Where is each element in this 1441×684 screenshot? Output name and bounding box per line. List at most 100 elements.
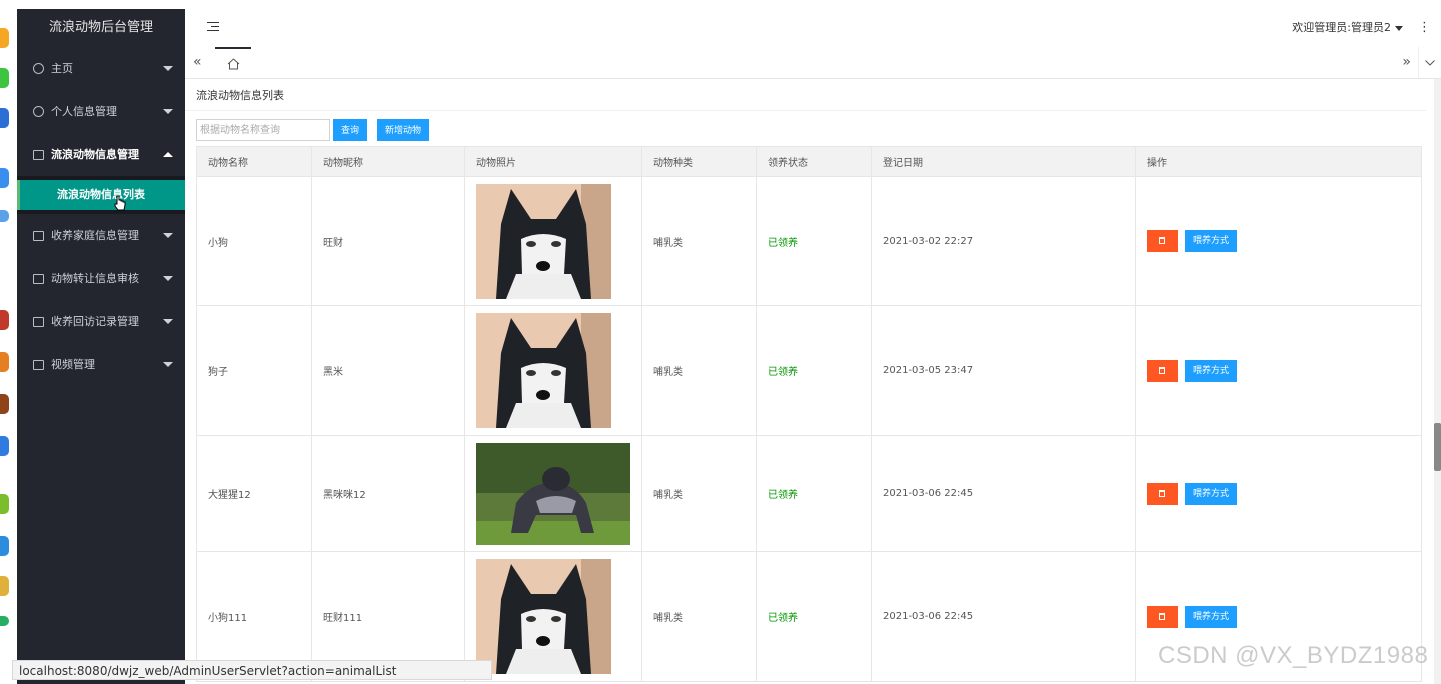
cell-register-date: 2021-03-06 22:45: [871, 435, 1136, 552]
delete-button[interactable]: [1147, 359, 1178, 382]
sidebar-item-profile[interactable]: 个人信息管理: [17, 90, 185, 133]
cell-actions: 喂养方式: [1135, 435, 1422, 552]
sidebar-item-visit-records[interactable]: 收养回访记录管理: [17, 300, 185, 343]
dock-app-icon[interactable]: [0, 536, 9, 556]
sidebar-item-animal-manage[interactable]: 流浪动物信息管理: [17, 133, 185, 176]
dock-app-icon[interactable]: [0, 310, 9, 330]
os-dock: [0, 0, 17, 684]
sidebar-item-label: 动物转让信息审核: [51, 272, 139, 285]
dock-app-icon[interactable]: [0, 616, 9, 626]
watermark: CSDN @VX_BYDZ1988: [1158, 642, 1429, 669]
sidebar-item-video-manage[interactable]: 视频管理: [17, 343, 185, 386]
query-button[interactable]: 查询: [333, 119, 368, 141]
sidebar-submenu: 流浪动物信息列表: [17, 176, 185, 214]
delete-button[interactable]: [1147, 605, 1178, 628]
list-icon: [31, 257, 45, 300]
cell-animal-name: 狗子: [196, 305, 312, 436]
dock-app-icon[interactable]: [0, 436, 9, 456]
cell-register-date: 2021-03-06 22:45: [871, 551, 1136, 682]
feed-method-button[interactable]: 喂养方式: [1185, 359, 1238, 382]
divider: [185, 110, 1426, 111]
mouse-pointer-icon: [114, 195, 126, 211]
cell-animal-kind: 哺乳类: [641, 176, 757, 306]
feed-method-button[interactable]: 喂养方式: [1185, 482, 1238, 505]
cell-actions: 喂养方式: [1135, 176, 1422, 306]
list-icon: [31, 133, 45, 176]
search-input[interactable]: [196, 119, 330, 141]
tab-scroll-right-button[interactable]: »: [1402, 47, 1411, 77]
dock-app-icon[interactable]: [0, 210, 9, 222]
feed-method-button[interactable]: 喂养方式: [1185, 230, 1238, 252]
status-url: localhost:8080/dwjz_web/AdminUserServlet…: [12, 660, 492, 680]
sidebar-item-label: 个人信息管理: [51, 105, 117, 118]
cell-animal-kind: 哺乳类: [641, 305, 757, 436]
list-icon: [31, 214, 45, 257]
column-header: 动物名称: [196, 146, 312, 177]
gorilla-photo: [476, 442, 630, 545]
dock-app-icon[interactable]: [0, 168, 9, 188]
dock-app-icon[interactable]: [0, 394, 9, 414]
tab-scroll-left-button[interactable]: «: [193, 47, 202, 77]
cell-adoption-status: 已领养: [756, 176, 872, 306]
list-icon: [31, 300, 45, 343]
chevron-down-icon: [163, 233, 173, 238]
chevron-down-icon: [163, 319, 173, 324]
tab-dropdown-button[interactable]: [1418, 47, 1441, 78]
column-header: 领养状态: [756, 146, 872, 177]
chevron-down-icon: [163, 362, 173, 367]
dock-app-icon[interactable]: [0, 352, 9, 372]
main-content: 流浪动物信息列表 查询 新增动物 动物名称 动物昵称 动物照片 动物种类 领养状…: [185, 79, 1426, 684]
cell-animal-kind: 哺乳类: [641, 435, 757, 552]
sidebar: 流浪动物后台管理 主页 个人信息管理 流浪动物信息管理 流浪动物信息列表 收养家…: [17, 9, 185, 684]
cell-animal-photo: [464, 305, 642, 436]
delete-button[interactable]: [1147, 482, 1178, 505]
dock-app-icon[interactable]: [0, 108, 9, 128]
cell-register-date: 2021-03-02 22:27: [871, 176, 1136, 306]
husky-photo: [476, 313, 611, 428]
dock-app-icon[interactable]: [0, 494, 9, 514]
collapse-menu-icon[interactable]: [207, 22, 219, 32]
add-animal-button[interactable]: 新增动物: [377, 119, 430, 141]
sidebar-item-label: 主页: [51, 62, 73, 75]
dock-app-icon[interactable]: [0, 28, 9, 48]
cell-animal-nickname: 旺财: [311, 176, 465, 306]
dock-app-icon[interactable]: [0, 576, 9, 596]
more-options-icon[interactable]: ⋮: [1418, 9, 1431, 47]
sidebar-subitem-animal-list[interactable]: 流浪动物信息列表: [17, 180, 185, 210]
chevron-up-icon: [163, 152, 173, 157]
cell-animal-nickname: 黑米: [311, 305, 465, 436]
user-label: 欢迎管理员:管理员2: [1292, 21, 1391, 34]
sidebar-item-transfer-review[interactable]: 动物转让信息审核: [17, 257, 185, 300]
chevron-down-icon: [1425, 59, 1435, 66]
column-header: 动物昵称: [311, 146, 465, 177]
column-header: 动物照片: [464, 146, 642, 177]
cell-animal-name: 小狗: [196, 176, 312, 306]
tab-home[interactable]: [215, 47, 251, 78]
cell-animal-nickname: 黑咪咪12: [311, 435, 465, 552]
user-menu[interactable]: 欢迎管理员:管理员2: [1292, 9, 1403, 47]
caret-down-icon: [1395, 25, 1403, 31]
sidebar-item-family-manage[interactable]: 收养家庭信息管理: [17, 214, 185, 257]
cell-adoption-status: 已领养: [756, 435, 872, 552]
top-header: 欢迎管理员:管理员2 ⋮: [185, 9, 1441, 48]
cell-register-date: 2021-03-05 23:47: [871, 305, 1136, 436]
feed-method-button[interactable]: 喂养方式: [1185, 605, 1238, 628]
table-row: 狗子 黑米 哺乳类 已领养 2021-03-05 23:47 喂养方式: [196, 305, 1422, 436]
animal-table: 动物名称 动物昵称 动物照片 动物种类 领养状态 登记日期 操作 小狗 旺财 哺…: [196, 146, 1422, 682]
sidebar-item-label: 流浪动物信息管理: [51, 148, 139, 161]
vertical-scrollbar[interactable]: [1434, 79, 1441, 684]
cell-adoption-status: 已领养: [756, 551, 872, 682]
sidebar-item-label: 收养回访记录管理: [51, 315, 139, 328]
delete-button[interactable]: [1147, 230, 1178, 252]
chevron-down-icon: [163, 276, 173, 281]
column-header: 操作: [1135, 146, 1422, 177]
user-icon: [31, 90, 45, 133]
dock-app-icon[interactable]: [0, 68, 9, 88]
sidebar-item-label: 视频管理: [51, 358, 95, 371]
scrollbar-thumb[interactable]: [1434, 423, 1441, 471]
cell-actions: 喂养方式: [1135, 305, 1422, 436]
table-row: 小狗 旺财 哺乳类 已领养 2021-03-02 22:27 喂养方式: [196, 176, 1422, 306]
chevron-down-icon: [163, 109, 173, 114]
sidebar-item-home[interactable]: 主页: [17, 47, 185, 90]
husky-photo: [476, 559, 611, 674]
